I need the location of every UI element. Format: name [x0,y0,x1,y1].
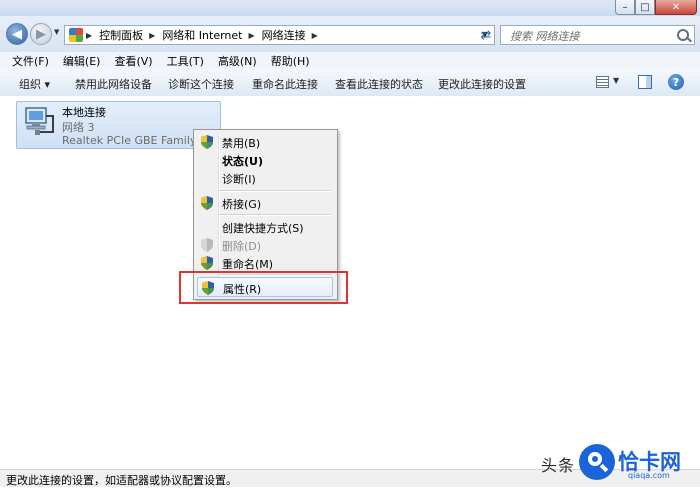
maximize-button[interactable]: □ [635,0,655,15]
uac-shield-icon [201,238,213,252]
diagnose-button[interactable]: 诊断这个连接 [168,76,234,92]
menu-file[interactable]: 文件(F) [12,53,49,69]
breadcrumb-separator-icon[interactable]: ▶ [312,31,318,40]
watermark-prefix: 头条 [541,456,576,475]
breadcrumb-network-connections[interactable]: 网络连接 [262,27,306,43]
search-placeholder: 搜索 网络连接 [510,30,580,43]
ctx-status[interactable]: 状态(U) [197,150,333,170]
help-icon[interactable]: ? [668,74,684,90]
menu-tools[interactable]: 工具(T) [167,53,204,69]
ctx-delete-label: 删除(D) [222,240,262,253]
connection-network: 网络 3 [62,121,95,134]
rename-button[interactable]: 重命名此连接 [252,76,318,92]
forward-button[interactable]: ▶ [30,23,52,45]
menu-separator [219,190,331,192]
ctx-rename[interactable]: 重命名(M) [197,253,333,273]
organize-button[interactable]: 组织 ▾ [19,76,50,92]
change-settings-button[interactable]: 更改此连接的设置 [438,76,526,92]
watermark-logo-icon [579,444,615,480]
ctx-diagnose[interactable]: 诊断(I) [197,168,333,188]
menu-separator [219,214,331,216]
address-bar[interactable]: ▶ 控制面板 ▶ 网络和 Internet ▶ 网络连接 ▶ ▼ [64,25,495,45]
view-options-icon[interactable] [596,76,609,88]
connection-name: 本地连接 [62,106,106,119]
view-status-button[interactable]: 查看此连接的状态 [335,76,423,92]
breadcrumb-separator-icon[interactable]: ▶ [149,31,155,40]
search-icon[interactable] [677,29,689,41]
close-button[interactable]: ✕ [655,0,697,15]
ctx-create-shortcut[interactable]: 创建快捷方式(S) [197,217,333,237]
back-button[interactable]: ◀ [6,23,28,45]
uac-shield-icon [201,135,213,149]
watermark-domain: qiaqa.com [628,471,670,480]
title-bar [0,0,700,16]
ctx-rename-label: 重命名(M) [222,258,274,271]
preview-pane-icon[interactable] [638,75,652,89]
breadcrumb-separator-icon[interactable]: ▶ [249,31,255,40]
menu-view[interactable]: 查看(V) [114,53,152,69]
breadcrumb-separator-icon[interactable]: ▶ [86,31,92,40]
ctx-bridge[interactable]: 桥接(G) [197,193,333,213]
network-adapter-icon [25,107,54,135]
breadcrumb-control-panel[interactable]: 控制面板 [99,27,143,43]
search-input[interactable]: 搜索 网络连接 [500,25,695,45]
minimize-button[interactable]: – [615,0,635,15]
menu-edit[interactable]: 编辑(E) [63,53,101,69]
recent-pages-dropdown[interactable]: ▼ [54,28,59,36]
chevron-down-icon[interactable]: ▼ [613,76,619,85]
annotation-highlight-box [179,271,348,304]
ctx-bridge-label: 桥接(G) [222,198,262,211]
menu-bar: 文件(F) 编辑(E) 查看(V) 工具(T) 高级(N) 帮助(H) [0,52,700,70]
ctx-diagnose-label: 诊断(I) [222,173,256,186]
connections-pane [0,96,700,469]
refresh-icon[interactable]: ⇄ [476,25,496,45]
ctx-disable[interactable]: 禁用(B) [197,132,333,152]
ctx-create-shortcut-label: 创建快捷方式(S) [222,222,304,235]
menu-advanced[interactable]: 高级(N) [218,53,257,69]
control-panel-icon [69,28,83,42]
ctx-delete: 删除(D) [197,235,333,255]
ctx-disable-label: 禁用(B) [222,137,261,150]
menu-help[interactable]: 帮助(H) [271,53,310,69]
breadcrumb-network-internet[interactable]: 网络和 Internet [162,27,242,43]
uac-shield-icon [201,196,213,210]
command-bar: 组织 ▾ 禁用此网络设备 诊断这个连接 重命名此连接 查看此连接的状态 更改此连… [0,69,700,97]
disable-device-button[interactable]: 禁用此网络设备 [75,76,152,92]
uac-shield-icon [201,256,213,270]
ctx-status-label: 状态(U) [222,155,263,168]
